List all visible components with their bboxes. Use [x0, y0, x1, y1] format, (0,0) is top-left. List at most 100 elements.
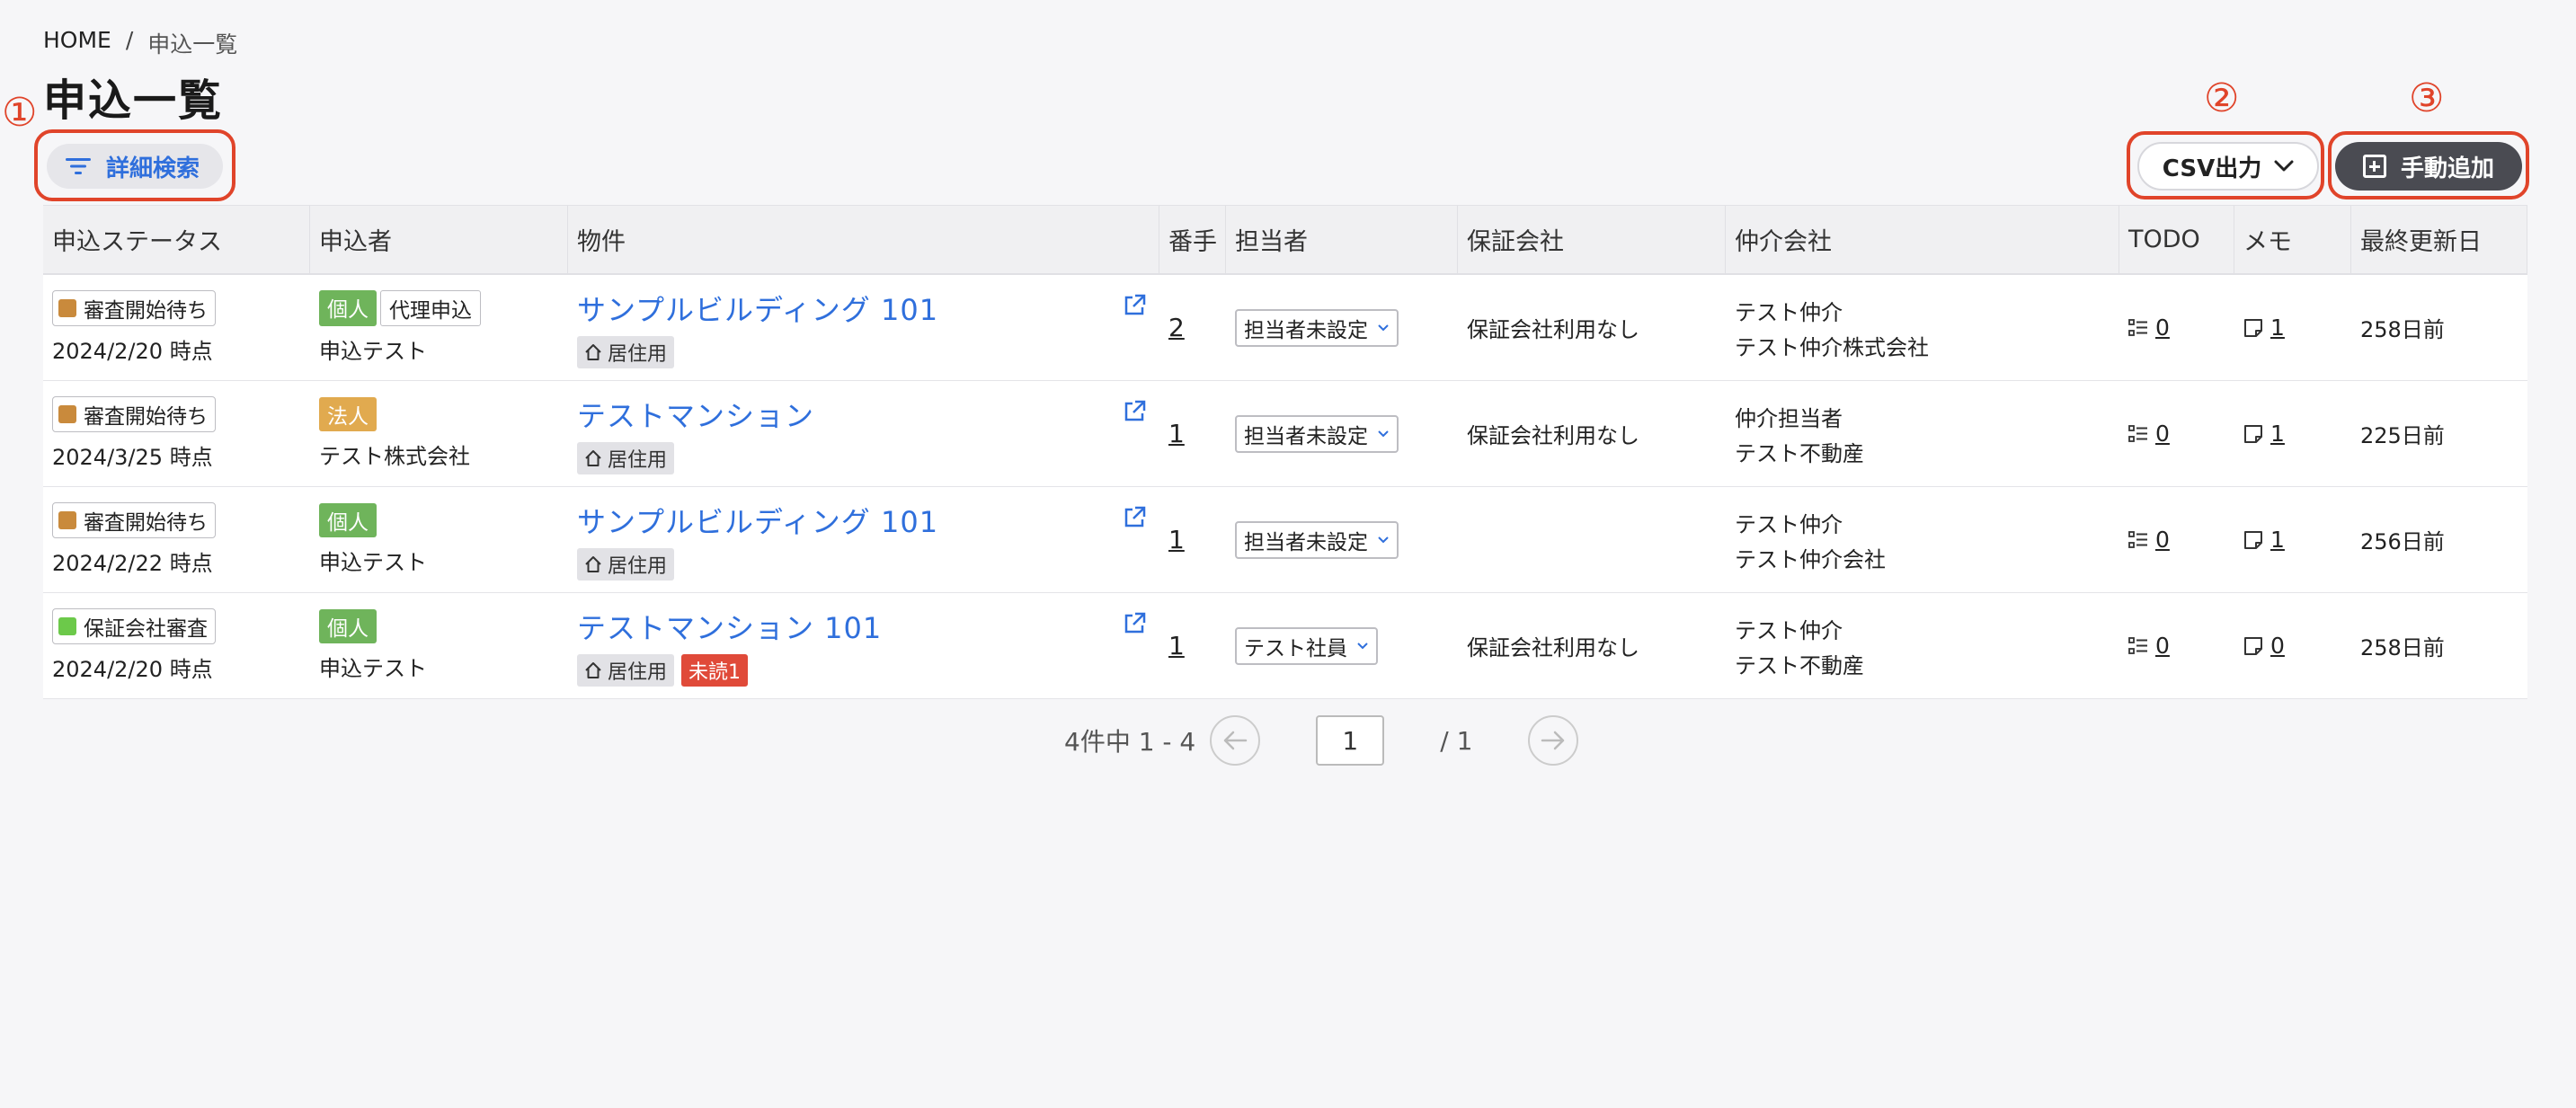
memo-icon: [2244, 636, 2262, 655]
chevron-down-icon: [1378, 324, 1389, 331]
table-row[interactable]: 審査開始待ち 2024/3/25 時点 法人 テスト株式会社 テストマンション …: [43, 381, 2527, 487]
applicant-cell: 法人 テスト株式会社: [310, 381, 568, 486]
staff-cell: テスト社員: [1226, 593, 1458, 698]
applicant-tags: 法人: [319, 397, 568, 431]
todo-link[interactable]: 0: [2128, 315, 2234, 341]
usage-label: 居住用: [608, 448, 668, 472]
pagination: 4件中 1 - 4 1 / 1: [1064, 715, 1579, 766]
order-link[interactable]: 2: [1168, 313, 1226, 342]
memo-cell: 1: [2234, 487, 2351, 592]
annotation-1: ①: [2, 90, 38, 136]
chevron-down-icon: [1378, 430, 1389, 437]
page-number-input[interactable]: 1: [1316, 715, 1385, 766]
memo-count: 1: [2270, 315, 2285, 341]
manual-add-button[interactable]: 手動追加: [2335, 142, 2522, 191]
updated-cell: 256日前: [2351, 487, 2527, 592]
home-icon: [585, 555, 601, 572]
checklist-icon: [2128, 636, 2147, 654]
annotation-2: ②: [2204, 75, 2240, 121]
memo-icon: [2244, 318, 2262, 337]
property-link[interactable]: テストマンション: [577, 394, 1159, 435]
applicant-type-badge: 法人: [319, 397, 377, 431]
column-header-status[interactable]: 申込ステータス: [43, 206, 310, 273]
agent-cell: 仲介担当者 テスト不動産: [1726, 381, 2119, 486]
updated-value: 225日前: [2360, 423, 2445, 448]
staff-select[interactable]: 担当者未設定: [1235, 308, 1399, 347]
staff-select[interactable]: テスト社員: [1235, 626, 1378, 665]
todo-link[interactable]: 0: [2128, 633, 2234, 659]
order-link[interactable]: 1: [1168, 525, 1226, 554]
staff-select[interactable]: 担当者未設定: [1235, 414, 1399, 453]
column-header-updated[interactable]: 最終更新日: [2351, 206, 2527, 273]
detail-search-button[interactable]: 詳細検索: [47, 144, 223, 189]
status-badge: 審査開始待ち: [52, 290, 216, 326]
applicant-cell: 個人 申込テスト: [310, 593, 568, 698]
todo-link[interactable]: 0: [2128, 421, 2234, 447]
status-label: 審査開始待ち: [84, 299, 208, 323]
agent-person: 仲介担当者: [1735, 405, 1843, 431]
memo-link[interactable]: 1: [2243, 527, 2351, 553]
checklist-icon: [2128, 530, 2147, 548]
agent-company: テスト仲介株式会社: [1735, 334, 1929, 360]
order-link[interactable]: 1: [1168, 419, 1226, 448]
prev-page-button[interactable]: [1210, 715, 1261, 766]
status-date: 2024/2/22 時点: [52, 551, 213, 576]
external-link-icon[interactable]: [1122, 399, 1147, 424]
memo-link[interactable]: 1: [2243, 421, 2351, 447]
staff-select-value: テスト社員: [1244, 636, 1347, 660]
column-header-applicant[interactable]: 申込者: [310, 206, 568, 273]
agent-person: テスト仲介: [1735, 617, 1843, 643]
usage-badge: 居住用: [577, 653, 675, 687]
todo-link[interactable]: 0: [2128, 527, 2234, 553]
updated-cell: 258日前: [2351, 593, 2527, 698]
column-header-memo[interactable]: メモ: [2234, 206, 2351, 273]
guarantor-cell: 保証会社利用なし: [1458, 275, 1726, 380]
guarantor-cell: [1458, 487, 1726, 592]
status-color-square: [58, 617, 76, 635]
column-header-order[interactable]: 番手: [1159, 206, 1226, 273]
updated-value: 258日前: [2360, 317, 2445, 342]
memo-link[interactable]: 1: [2243, 315, 2351, 341]
table-row[interactable]: 審査開始待ち 2024/2/22 時点 個人 申込テスト サンプルビルディング …: [43, 487, 2527, 593]
applicant-name: 申込テスト: [319, 656, 427, 681]
applicant-name: テスト株式会社: [319, 444, 470, 469]
column-header-agent[interactable]: 仲介会社: [1726, 206, 2119, 273]
property-cell: テストマンション 居住用: [568, 381, 1159, 486]
breadcrumb-home[interactable]: HOME: [43, 27, 111, 59]
order-link[interactable]: 1: [1168, 631, 1226, 660]
todo-count: 0: [2155, 633, 2170, 659]
property-cell: サンプルビルディング 101 居住用: [568, 487, 1159, 592]
usage-badge: 居住用: [577, 335, 675, 368]
property-cell: テストマンション 101 居住用 未読1: [568, 593, 1159, 698]
checklist-icon: [2128, 318, 2147, 336]
property-tags: 居住用: [577, 547, 1159, 581]
external-link-icon[interactable]: [1122, 505, 1147, 530]
external-link-icon[interactable]: [1122, 293, 1147, 318]
status-label: 審査開始待ち: [84, 405, 208, 429]
table-row[interactable]: 審査開始待ち 2024/2/20 時点 個人 代理申込 申込テスト サンプルビル…: [43, 275, 2527, 381]
table-row[interactable]: 保証会社審査 2024/2/20 時点 個人 申込テスト テストマンション 10…: [43, 593, 2527, 699]
next-page-button[interactable]: [1528, 715, 1579, 766]
column-header-property[interactable]: 物件: [568, 206, 1159, 273]
status-label: 審査開始待ち: [84, 511, 208, 535]
status-label: 保証会社審査: [84, 617, 208, 641]
property-link[interactable]: テストマンション 101: [577, 606, 1159, 647]
applicant-type-badge: 個人: [319, 290, 377, 326]
property-link[interactable]: サンプルビルディング 101: [577, 500, 1159, 541]
column-header-todo[interactable]: TODO: [2119, 206, 2234, 273]
staff-select[interactable]: 担当者未設定: [1235, 520, 1399, 559]
applicant-cell: 個人 代理申込 申込テスト: [310, 275, 568, 380]
updated-cell: 258日前: [2351, 275, 2527, 380]
applicant-name: 申込テスト: [319, 339, 427, 364]
status-date: 2024/2/20 時点: [52, 657, 213, 682]
external-link-icon[interactable]: [1122, 611, 1147, 636]
todo-cell: 0: [2119, 275, 2234, 380]
status-cell: 審査開始待ち 2024/2/22 時点: [43, 487, 310, 592]
memo-link[interactable]: 0: [2243, 633, 2351, 659]
memo-count: 0: [2270, 633, 2285, 659]
chevron-down-icon: [1357, 642, 1368, 649]
column-header-guarantor[interactable]: 保証会社: [1458, 206, 1726, 273]
property-link[interactable]: サンプルビルディング 101: [577, 288, 1159, 329]
csv-export-button[interactable]: CSV出力: [2137, 142, 2319, 191]
column-header-staff[interactable]: 担当者: [1226, 206, 1458, 273]
